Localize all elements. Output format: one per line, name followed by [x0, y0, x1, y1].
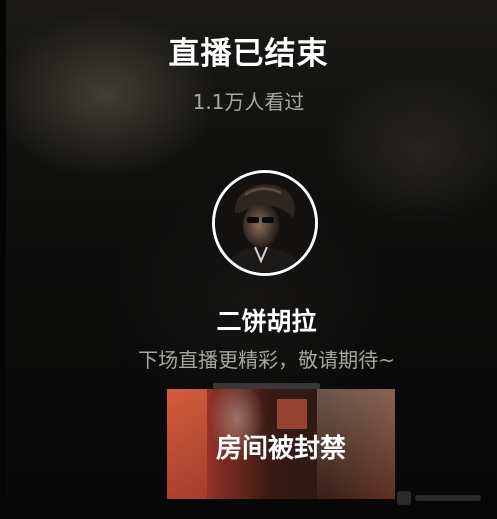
avatar-photo-icon: [215, 173, 315, 273]
room-banned-card[interactable]: 房间被封禁: [167, 389, 395, 499]
avatar[interactable]: [212, 170, 318, 276]
live-ended-screen: 直播已结束 1.1万人看过 二饼胡拉 下场直播更精彩，敬请期待~ 房间被封禁: [0, 0, 497, 519]
viewer-count: 1.1万人看过: [192, 90, 305, 114]
left-edge-shade: [0, 0, 6, 519]
watermark-icon: [397, 491, 481, 505]
streamer-name: 二饼胡拉: [216, 307, 317, 336]
next-stream-message: 下场直播更精彩，敬请期待~: [138, 348, 395, 372]
live-ended-title: 直播已结束: [168, 36, 329, 72]
card-decoration: [277, 399, 307, 429]
room-banned-label: 房间被封禁: [215, 434, 346, 464]
